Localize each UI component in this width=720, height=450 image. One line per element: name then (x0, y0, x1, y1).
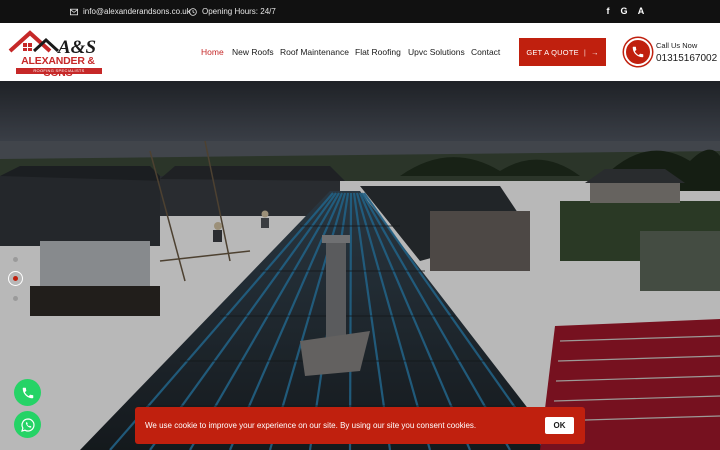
nav-upvc-solutions[interactable]: Upvc Solutions (408, 47, 465, 57)
slider-dot-3[interactable] (13, 296, 18, 301)
cookie-consent-banner: We use cookie to improve your experience… (135, 407, 585, 444)
cookie-ok-button[interactable]: OK (545, 417, 574, 434)
nav-home[interactable]: Home (201, 47, 224, 57)
phone-icon (632, 46, 644, 58)
opening-hours-text: Opening Hours: 24/7 (202, 7, 276, 16)
clock-icon (189, 7, 197, 16)
phone-icon (22, 387, 33, 398)
call-us-label: Call Us Now (656, 41, 698, 50)
slider-dot-1[interactable] (13, 257, 18, 262)
nav-roof-maintenance[interactable]: Roof Maintenance (280, 47, 349, 57)
whatsapp-icon (20, 417, 35, 432)
site-header: A&S ALEXANDER & SONS ROOFING SPECIALISTS… (0, 23, 720, 81)
hero-slider (0, 81, 720, 450)
nav-contact[interactable]: Contact (471, 47, 500, 57)
email-link[interactable]: info@alexanderandsons.co.uk (70, 7, 191, 16)
nav-new-roofs[interactable]: New Roofs (232, 47, 274, 57)
slider-dot-2-active[interactable] (8, 271, 23, 286)
mail-icon (70, 8, 78, 15)
nav-flat-roofing[interactable]: Flat Roofing (355, 47, 401, 57)
logo-tagline: ROOFING SPECIALISTS (16, 68, 102, 74)
top-bar: info@alexanderandsons.co.uk Opening Hour… (0, 0, 720, 23)
cookie-message: We use cookie to improve your experience… (145, 421, 477, 430)
email-text: info@alexanderandsons.co.uk (83, 7, 191, 16)
floating-call-button[interactable] (14, 379, 41, 406)
logo-brand-name: ALEXANDER & SONS (21, 55, 95, 79)
arrow-right-icon: → (590, 47, 599, 57)
checkatrade-icon[interactable]: A (636, 6, 646, 16)
quote-label: GET A QUOTE (526, 47, 579, 57)
hero-roof-image (0, 81, 720, 450)
quote-separator: | (583, 47, 586, 57)
get-a-quote-button[interactable]: GET A QUOTE | → (519, 38, 606, 66)
slider-dot-active-indicator (13, 276, 18, 281)
phone-number[interactable]: 01315167002 (656, 53, 717, 64)
call-button[interactable] (624, 38, 652, 66)
floating-whatsapp-button[interactable] (14, 411, 41, 438)
facebook-icon[interactable]: f (603, 6, 613, 16)
google-icon[interactable]: G (619, 6, 629, 16)
site-logo[interactable]: A&S ALEXANDER & SONS ROOFING SPECIALISTS (6, 29, 110, 79)
opening-hours: Opening Hours: 24/7 (189, 7, 276, 16)
